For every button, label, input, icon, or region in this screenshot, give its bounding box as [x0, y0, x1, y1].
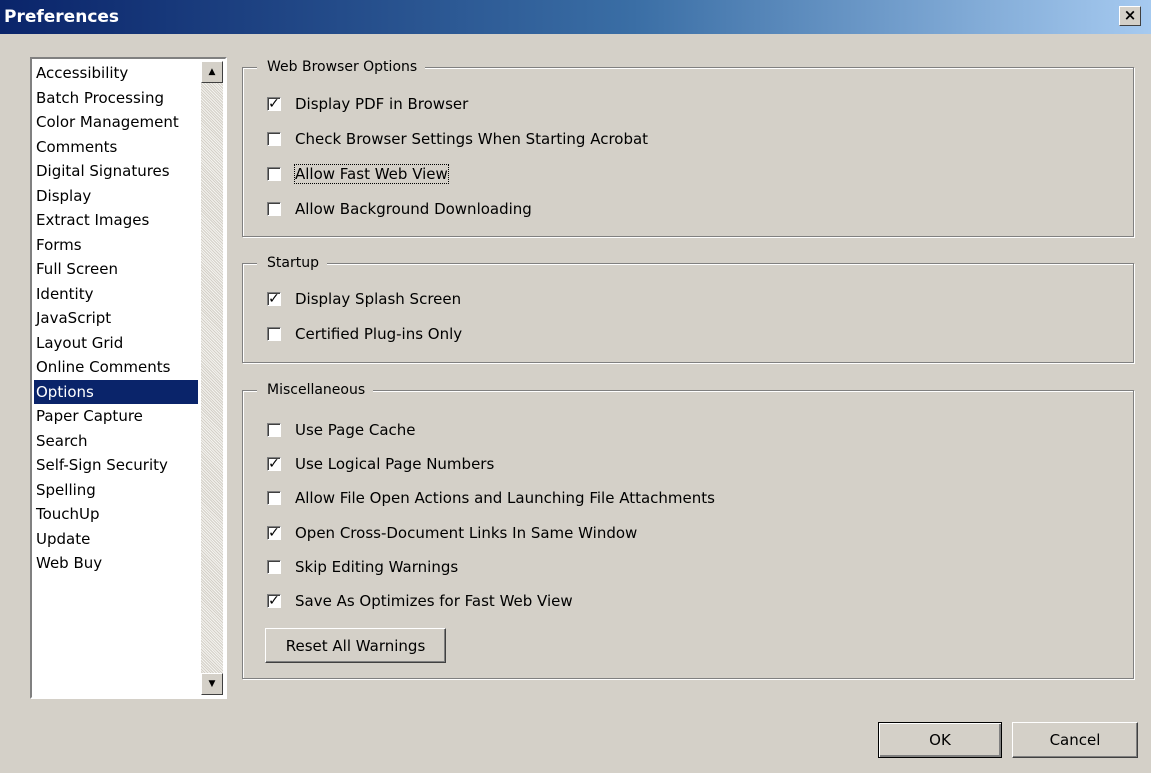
- checkbox[interactable]: ✓: [267, 97, 281, 111]
- checkbox[interactable]: [267, 423, 281, 437]
- option-label: Check Browser Settings When Starting Acr…: [295, 130, 649, 148]
- checkbox[interactable]: [267, 202, 281, 216]
- option-label: Use Page Cache: [295, 421, 416, 439]
- startup-group: Startup ✓ Display Splash Screen Certified …: [242, 254, 1134, 363]
- sidebar-item-search[interactable]: Search: [34, 429, 198, 454]
- sidebar-item-javascript[interactable]: JavaScript: [34, 306, 198, 331]
- sidebar-item-batch-processing[interactable]: Batch Processing: [34, 86, 198, 111]
- sidebar-item-self-sign-security[interactable]: Self-Sign Security: [34, 453, 198, 478]
- sidebar-item-layout-grid[interactable]: Layout Grid: [34, 331, 198, 356]
- ok-button[interactable]: OK: [878, 722, 1002, 758]
- option-certified-plug-ins-only[interactable]: Certified Plug-ins Only: [267, 325, 462, 343]
- sidebar-item-paper-capture[interactable]: Paper Capture: [34, 404, 198, 429]
- sidebar-item-identity[interactable]: Identity: [34, 282, 198, 307]
- sidebar-item-update[interactable]: Update: [34, 527, 198, 552]
- sidebar-item-online-comments[interactable]: Online Comments: [34, 355, 198, 380]
- option-label: Display Splash Screen: [295, 290, 462, 308]
- sidebar-item-forms[interactable]: Forms: [34, 233, 198, 258]
- checkbox[interactable]: ✓: [267, 594, 281, 608]
- option-open-cross-document-links-in-same-window[interactable]: ✓ Open Cross-Document Links In Same Windo…: [267, 524, 637, 542]
- option-label: Certified Plug-ins Only: [295, 325, 463, 343]
- checkbox[interactable]: [267, 559, 281, 574]
- option-label: Allow Fast Web View: [294, 164, 449, 184]
- checkbox[interactable]: [267, 167, 281, 181]
- sidebar-item-touchup[interactable]: TouchUp: [34, 502, 198, 527]
- option-check-browser-settings-when-starting-acrobat[interactable]: Check Browser Settings When Starting Acr…: [267, 130, 648, 148]
- title-bar[interactable]: Preferences ×: [0, 0, 1151, 34]
- option-allow-background-downloading[interactable]: Allow Background Downloading: [267, 200, 532, 218]
- checkbox[interactable]: [267, 491, 281, 506]
- group-legend: Web Browser Options: [257, 58, 426, 76]
- option-label: Allow Background Downloading: [295, 200, 532, 218]
- web-browser-options-group: Web Browser Options ✓ Display PDF in Brow…: [242, 58, 1134, 237]
- checkbox[interactable]: [267, 327, 281, 341]
- cancel-button[interactable]: Cancel: [1012, 722, 1138, 758]
- sidebar-item-web-buy[interactable]: Web Buy: [34, 551, 198, 576]
- close-button[interactable]: ×: [1119, 6, 1141, 26]
- category-list-scrollbar[interactable]: ▲ ▼: [201, 61, 223, 695]
- option-label: Use Logical Page Numbers: [295, 455, 495, 474]
- option-label: Skip Editing Warnings: [295, 557, 459, 576]
- reset-all-warnings-button[interactable]: Reset All Warnings: [265, 628, 446, 663]
- sidebar-item-extract-images[interactable]: Extract Images: [34, 208, 198, 233]
- scroll-up-icon[interactable]: ▲: [201, 61, 223, 83]
- group-legend: Startup: [257, 254, 327, 272]
- option-label: Open Cross-Document Links In Same Window: [295, 523, 638, 542]
- option-label: Save As Optimizes for Fast Web View: [295, 592, 573, 610]
- option-label: Display PDF in Browser: [295, 95, 469, 113]
- option-use-page-cache[interactable]: Use Page Cache: [267, 421, 416, 439]
- sidebar-item-display[interactable]: Display: [34, 184, 198, 209]
- checkbox[interactable]: ✓: [267, 525, 281, 540]
- category-list[interactable]: Accessibility Batch Processing Color Manag…: [30, 57, 227, 699]
- category-list-items: Accessibility Batch Processing Color Manag…: [34, 61, 198, 576]
- option-use-logical-page-numbers[interactable]: ✓ Use Logical Page Numbers: [267, 455, 494, 473]
- sidebar-item-color-management[interactable]: Color Management: [34, 110, 198, 135]
- option-allow-file-open-actions-and-launching-file-attachments[interactable]: Allow File Open Actions and Launching Fi…: [267, 489, 715, 507]
- sidebar-item-options[interactable]: Options: [34, 379, 198, 404]
- option-skip-editing-warnings[interactable]: Skip Editing Warnings: [267, 558, 458, 576]
- option-display-pdf-in-browser[interactable]: ✓ Display PDF in Browser: [267, 95, 468, 113]
- checkbox[interactable]: [267, 132, 281, 146]
- option-display-splash-screen[interactable]: ✓ Display Splash Screen: [267, 290, 461, 308]
- window-title: Preferences: [4, 7, 120, 27]
- sidebar-item-spelling[interactable]: Spelling: [34, 478, 198, 503]
- checkbox[interactable]: ✓: [267, 292, 281, 306]
- option-label: Allow File Open Actions and Launching Fi…: [295, 489, 715, 508]
- checkbox[interactable]: ✓: [267, 457, 281, 472]
- sidebar-item-full-screen[interactable]: Full Screen: [34, 257, 198, 282]
- sidebar-item-accessibility[interactable]: Accessibility: [34, 61, 198, 86]
- sidebar-item-digital-signatures[interactable]: Digital Signatures: [34, 159, 198, 184]
- group-legend: Miscellaneous: [257, 381, 374, 399]
- scroll-down-icon[interactable]: ▼: [201, 673, 223, 695]
- option-save-as-optimizes-for-fast-web-view[interactable]: ✓ Save As Optimizes for Fast Web View: [267, 592, 573, 610]
- option-allow-fast-web-view[interactable]: Allow Fast Web View: [267, 164, 449, 184]
- sidebar-item-comments[interactable]: Comments: [34, 135, 198, 160]
- miscellaneous-group: Miscellaneous Use Page Cache ✓ Use Logical…: [242, 381, 1134, 679]
